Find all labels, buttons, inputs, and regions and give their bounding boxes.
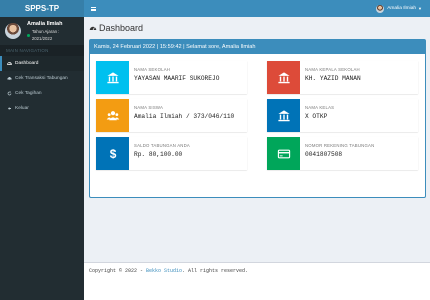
footer: Copyright © 2022 - Bekko Studio. All rig… — [84, 262, 430, 300]
dashboard-box: Kamis, 24 Februari 2022 | 15:59:42 | Sel… — [89, 39, 426, 198]
page-title-text: Dashboard — [99, 23, 144, 33]
top-navbar: Amalia Ilmiah ▼ — [84, 0, 430, 17]
sidebar: SPPS-TP Amalia Ilmiah Tahun Ajaran : 202… — [0, 0, 84, 300]
sidebar-item-label: Keluar — [15, 106, 29, 111]
users-icon — [96, 99, 129, 132]
bank-icon — [267, 61, 300, 94]
sidebar-toggle-button[interactable] — [88, 0, 98, 17]
info-box-label: NAMA SEKOLAH — [134, 67, 171, 72]
info-box-rekening: NOMOR REKENING TABUNGAN 0041807508 — [267, 137, 418, 170]
sidebar-item-keluar[interactable]: Keluar — [0, 101, 84, 116]
dollar-icon: $ — [96, 137, 129, 170]
status-dot-icon — [27, 33, 30, 37]
info-box-siswa: NAMA SISWA Amalia Ilmiah / 373/046/110 — [96, 99, 247, 132]
sidebar-item-tagihan[interactable]: Cek Tagihan — [0, 86, 84, 101]
info-box-kelas: NAMA KELAS X OTKP — [267, 99, 418, 132]
page-title: Dashboard — [89, 23, 143, 33]
svg-text:$: $ — [109, 147, 116, 161]
footer-suffix: . All rights reserved. — [182, 268, 249, 274]
sidebar-header: MAIN NAVIGATION — [0, 45, 84, 56]
info-box-value: Amalia Ilmiah / 373/046/110 — [134, 113, 235, 120]
user-menu-name: Amalia Ilmiah — [387, 6, 417, 11]
box-header: Kamis, 24 Februari 2022 | 15:59:42 | Sel… — [90, 40, 425, 54]
bank-icon — [96, 61, 129, 94]
info-box-label: SALDO TABUNGAN ANDA — [134, 143, 190, 148]
logout-icon — [7, 106, 12, 111]
dashboard-icon — [7, 61, 12, 66]
info-box-label: NAMA KEPALA SEKOLAH — [305, 67, 360, 72]
caret-down-icon: ▼ — [418, 6, 422, 11]
bank-icon — [267, 99, 300, 132]
info-box-value: KH. YAZID MANAN — [305, 75, 361, 82]
user-menu[interactable]: Amalia Ilmiah ▼ — [376, 0, 422, 17]
sidebar-item-transaksi[interactable]: Cek Transaksi Tabungan — [0, 71, 84, 86]
info-box-label: NAMA KELAS — [305, 105, 335, 110]
info-box-sekolah: NAMA SEKOLAH YAYASAN MAARIF SUKOREJO — [96, 61, 247, 94]
sidebar-item-label: Dashboard — [15, 61, 39, 66]
hamburger-icon — [90, 6, 96, 11]
info-box-value: X OTKP — [305, 113, 328, 120]
info-box-value: 0041807508 — [305, 151, 343, 158]
footer-text: Copyright © 2022 - Bekko Studio. All rig… — [89, 268, 248, 274]
sidebar-item-label: Cek Tagihan — [15, 91, 42, 96]
user-avatar — [5, 23, 21, 39]
info-box-value: YAYASAN MAARIF SUKOREJO — [134, 75, 220, 82]
sidebar-item-label: Cek Transaksi Tabungan — [15, 76, 68, 81]
info-box-label: NAMA SISWA — [134, 105, 164, 110]
footer-link[interactable]: Bekko Studio — [146, 268, 182, 274]
content-area: Dashboard Kamis, 24 Februari 2022 | 15:5… — [84, 17, 430, 262]
user-year: Tahun Ajaran : 2021/2022 — [27, 28, 79, 42]
info-box-value: Rp. 80,100.00 — [134, 151, 183, 158]
dashboard-title-icon — [89, 26, 97, 31]
info-box-kepala-sekolah: NAMA KEPALA SEKOLAH KH. YAZID MANAN — [267, 61, 418, 94]
credit-card-icon — [267, 137, 300, 170]
info-box-label: NOMOR REKENING TABUNGAN — [305, 143, 375, 148]
user-panel: Amalia Ilmiah Tahun Ajaran : 2021/2022 — [0, 17, 84, 45]
car-icon — [7, 76, 12, 81]
user-year-text: Tahun Ajaran : 2021/2022 — [31, 29, 60, 41]
sidebar-item-dashboard[interactable]: Dashboard — [0, 56, 84, 71]
refresh-icon — [7, 91, 12, 96]
app-logo[interactable]: SPPS-TP — [0, 0, 84, 17]
info-box-saldo: $ SALDO TABUNGAN ANDA Rp. 80,100.00 — [96, 137, 247, 170]
user-name: Amalia Ilmiah — [27, 21, 63, 27]
footer-prefix: Copyright © 2022 - — [89, 268, 147, 274]
user-avatar-small — [376, 4, 385, 13]
